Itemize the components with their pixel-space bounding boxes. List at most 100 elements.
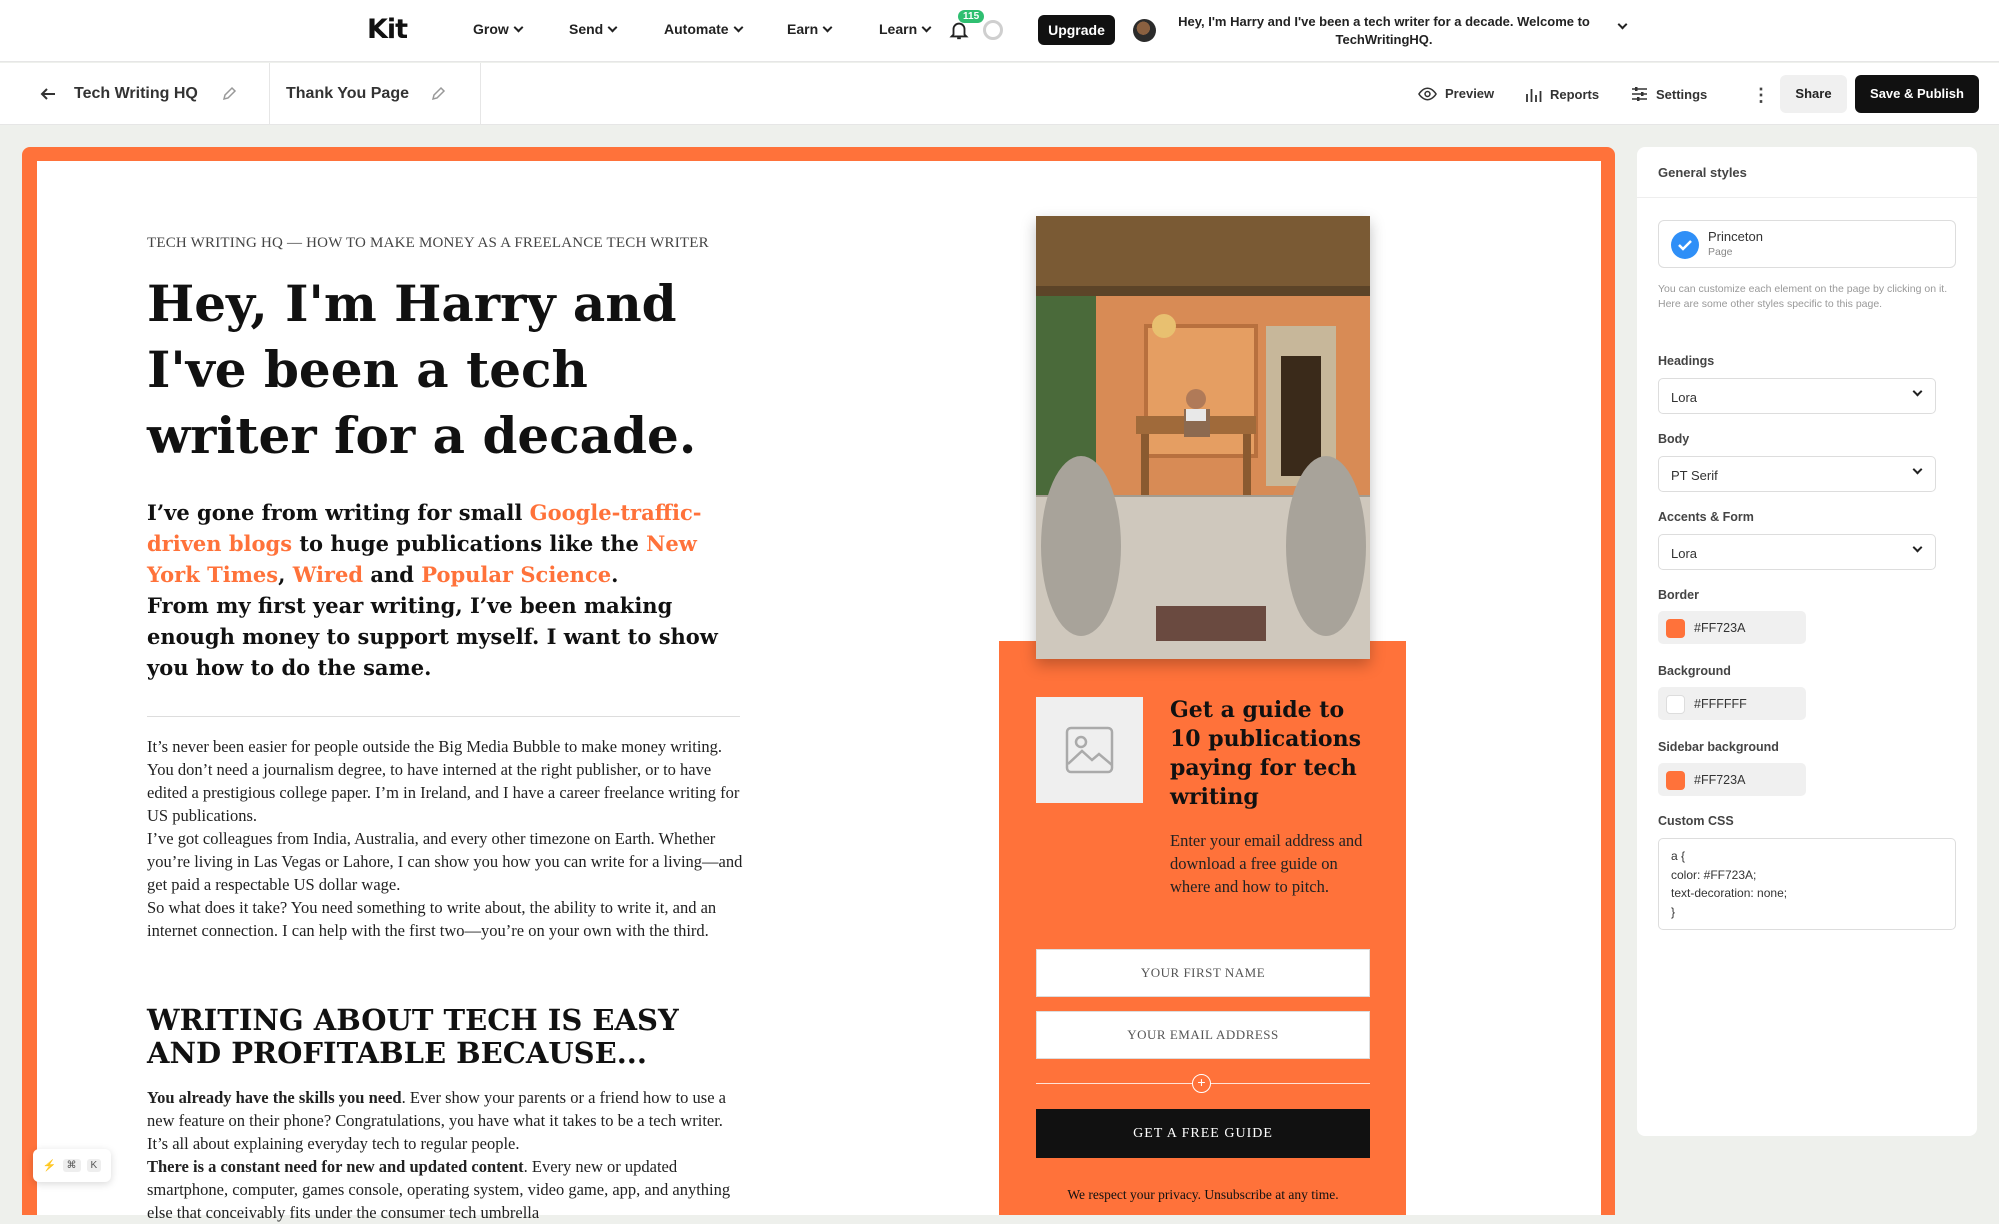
link-wired[interactable]: Wired — [293, 562, 363, 587]
reports-button[interactable]: Reports — [1525, 86, 1599, 103]
link-popular-science[interactable]: Popular Science — [421, 562, 611, 587]
chevron-down-icon — [921, 22, 932, 32]
chevron-down-icon — [513, 22, 524, 32]
nav-earn[interactable]: Earn — [787, 21, 833, 37]
account-chevron-down-icon[interactable] — [1617, 19, 1628, 30]
share-button[interactable]: Share — [1780, 75, 1847, 113]
more-options-icon[interactable]: ⋮ — [1752, 85, 1770, 106]
body-font-value: PT Serif — [1671, 468, 1718, 483]
shortcut-key: ⌘ — [62, 1159, 81, 1172]
settings-label: Settings — [1656, 86, 1708, 102]
lede-text: From my first year writing, I’ve been ma… — [147, 593, 718, 680]
nav-learn[interactable]: Learn — [879, 21, 932, 37]
form-description[interactable]: Enter your email address and download a … — [1170, 829, 1370, 898]
account-name-line2: TechWritingHQ. — [1335, 32, 1433, 47]
site-name[interactable]: Tech Writing HQ — [74, 85, 198, 103]
lede-text: and — [363, 562, 422, 587]
author-photo[interactable] — [1036, 216, 1370, 659]
headings-font-select[interactable]: Lora — [1658, 378, 1936, 414]
page-name[interactable]: Thank You Page — [286, 85, 409, 103]
chevron-down-icon — [733, 22, 744, 32]
color-swatch — [1666, 695, 1685, 714]
divider — [147, 716, 740, 717]
section-heading[interactable]: WRITING ABOUT TECH IS EASY AND PROFITABL… — [147, 1004, 747, 1070]
kit-logo[interactable]: Kit — [367, 14, 408, 45]
background-color-value: #FFFFFF — [1694, 697, 1747, 711]
upgrade-button[interactable]: Upgrade — [1038, 15, 1115, 45]
bold-text: There is a constant need for new and upd… — [147, 1157, 524, 1176]
accents-font-select[interactable]: Lora — [1658, 534, 1936, 570]
add-field-icon[interactable]: + — [1192, 1074, 1211, 1093]
preview-label: Preview — [1445, 86, 1495, 101]
body-paragraph: It’s never been easier for people outsid… — [147, 737, 740, 825]
help-text: You can customize each element on the pa… — [1658, 283, 1948, 310]
nav-earn-label: Earn — [787, 21, 819, 37]
account-name[interactable]: Hey, I'm Harry and I've been a tech writ… — [1164, 13, 1604, 49]
get-free-guide-button[interactable]: GET A FREE GUIDE — [1036, 1109, 1370, 1158]
panel-title: General styles — [1658, 165, 1747, 180]
sidebar-background-color-input[interactable]: #FF723A — [1658, 763, 1806, 796]
privacy-note[interactable]: We respect your privacy. Unsubscribe at … — [1036, 1187, 1370, 1203]
lede-text: . — [611, 562, 619, 587]
headings-font-value: Lora — [1671, 390, 1698, 405]
theme-name: Princeton — [1708, 229, 1763, 244]
divider — [480, 63, 481, 125]
preview-button[interactable]: Preview — [1418, 86, 1494, 101]
back-arrow-icon[interactable] — [38, 84, 58, 104]
accents-label: Accents & Form — [1658, 510, 1754, 524]
hero-heading[interactable]: Hey, I'm Harry and I've been a tech writ… — [147, 271, 747, 469]
nav-send[interactable]: Send — [569, 21, 618, 37]
eye-icon — [1418, 87, 1437, 100]
lede-paragraph[interactable]: I’ve gone from writing for small Google-… — [147, 497, 747, 683]
lede-text: to huge publications like the — [292, 531, 647, 556]
reports-label: Reports — [1550, 87, 1600, 102]
body-font-select[interactable]: PT Serif — [1658, 456, 1936, 492]
theme-type: Page — [1708, 246, 1733, 258]
nav-automate-label: Automate — [664, 21, 729, 37]
edit-pencil-icon[interactable] — [430, 86, 446, 102]
body-copy-2[interactable]: You already have the skills you need. Ev… — [147, 1086, 747, 1224]
save-publish-button[interactable]: Save & Publish — [1855, 75, 1979, 113]
nav-automate[interactable]: Automate — [664, 21, 744, 37]
theme-selector[interactable]: Princeton Page — [1658, 220, 1956, 268]
sliders-icon — [1632, 87, 1647, 101]
border-color-input[interactable]: #FF723A — [1658, 611, 1806, 644]
edit-pencil-icon[interactable] — [221, 86, 237, 102]
notification-count-badge: 115 — [958, 10, 985, 23]
image-placeholder[interactable] — [1036, 697, 1143, 803]
nav-send-label: Send — [569, 21, 604, 37]
sidebar-background-label: Sidebar background — [1658, 740, 1779, 754]
chevron-down-icon — [1912, 464, 1923, 475]
background-color-input[interactable]: #FFFFFF — [1658, 687, 1806, 720]
command-shortcut[interactable]: ⚡ ⌘ K — [33, 1149, 111, 1182]
divider — [1637, 197, 1977, 198]
page-kicker[interactable]: TECH WRITING HQ — HOW TO MAKE MONEY AS A… — [147, 235, 709, 252]
body-copy[interactable]: It’s never been easier for people outsid… — [147, 735, 747, 942]
account-name-line1: Hey, I'm Harry and I've been a tech writ… — [1178, 14, 1590, 29]
image-icon — [1065, 726, 1114, 774]
nav-grow-label: Grow — [473, 21, 509, 37]
lede-text: , — [278, 562, 286, 587]
form-title[interactable]: Get a guide to 10 publications paying fo… — [1170, 696, 1370, 812]
sidebar-background-color-value: #FF723A — [1694, 773, 1746, 787]
nav-learn-label: Learn — [879, 21, 918, 37]
loading-spinner — [983, 20, 1003, 40]
color-swatch — [1666, 619, 1685, 638]
body-paragraph: I’ve got colleagues from India, Australi… — [147, 829, 743, 894]
first-name-field[interactable]: YOUR FIRST NAME — [1036, 949, 1370, 997]
bar-chart-icon — [1526, 89, 1542, 102]
avatar[interactable] — [1133, 19, 1156, 42]
chevron-down-icon — [822, 22, 833, 32]
check-icon — [1671, 231, 1699, 259]
custom-css-label: Custom CSS — [1658, 814, 1734, 828]
editor-toolbar: Tech Writing HQ Thank You Page Preview R… — [0, 63, 1999, 125]
custom-css-textarea[interactable]: a { color: #FF723A; text-decoration: non… — [1658, 838, 1956, 930]
chevron-down-icon — [1912, 386, 1923, 397]
email-field[interactable]: YOUR EMAIL ADDRESS — [1036, 1011, 1370, 1059]
settings-button[interactable]: Settings — [1631, 86, 1707, 102]
headings-label: Headings — [1658, 354, 1715, 368]
lightning-icon: ⚡ — [42, 1160, 57, 1172]
divider — [269, 63, 270, 125]
nav-grow[interactable]: Grow — [473, 21, 524, 37]
top-navigation: Kit Grow Send Automate Earn Learn 115 Up… — [0, 0, 1999, 62]
